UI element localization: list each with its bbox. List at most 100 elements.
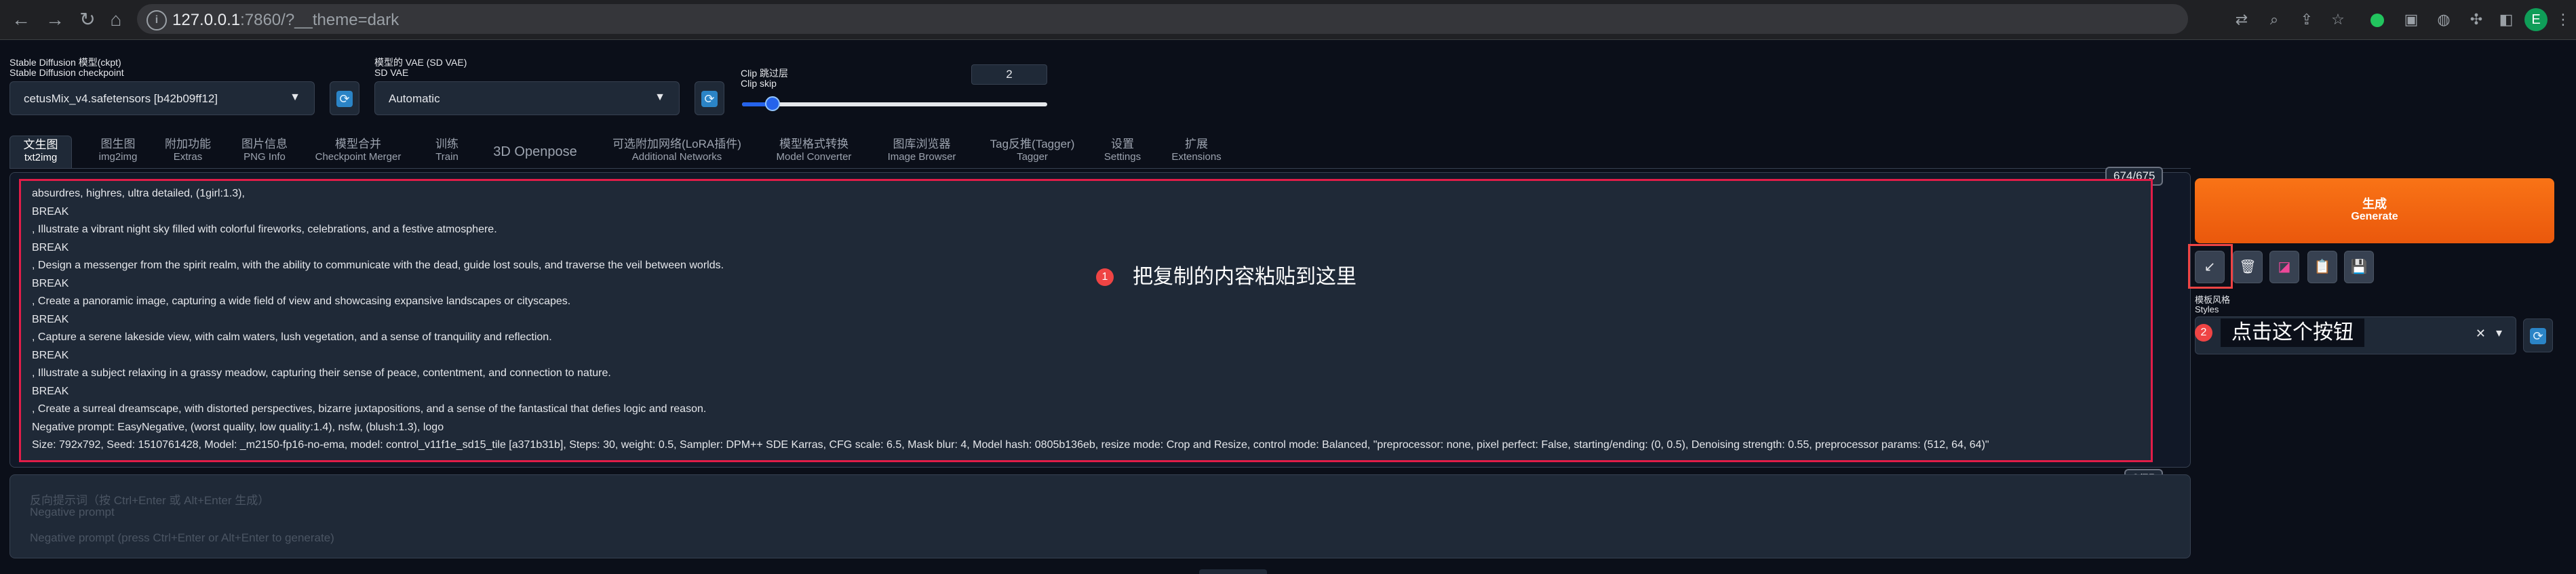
tab-tagger[interactable]: Tag反推(Tagger) Tagger bbox=[982, 136, 1082, 168]
chevron-down-icon: ▼ bbox=[655, 91, 665, 103]
prompt-line: BREAK bbox=[32, 385, 69, 397]
translate-icon[interactable]: ⇄ bbox=[2231, 9, 2252, 30]
refresh-vae-button[interactable]: ⟳ bbox=[695, 81, 724, 115]
back-icon[interactable]: ← bbox=[8, 7, 34, 33]
tab-additional-networks[interactable]: 可选附加网络(LoRA插件) Additional Networks bbox=[602, 136, 752, 168]
generate-button[interactable]: 生成 Generate bbox=[2195, 178, 2554, 243]
address-bar[interactable]: i 127.0.0.1:7860/?__theme=dark bbox=[137, 4, 2188, 34]
prompt-line: Size: 792x792, Seed: 1510761428, Model: … bbox=[32, 439, 1989, 451]
highlight-box bbox=[2188, 244, 2233, 289]
side-panel-icon[interactable]: ◧ bbox=[2496, 9, 2516, 30]
tab-label-en: Extras bbox=[173, 151, 203, 163]
browser-menu-icon[interactable]: ⋮ bbox=[2553, 9, 2573, 30]
tab-model-converter[interactable]: 模型格式转换 Model Converter bbox=[766, 136, 861, 168]
prompt-line: BREAK bbox=[32, 277, 69, 289]
refresh-icon: ⟳ bbox=[701, 91, 718, 107]
tab-label-en: Model Converter bbox=[776, 151, 852, 163]
callout-text: 把复制的内容粘贴到这里 bbox=[1122, 263, 1367, 291]
clip-skip-input[interactable]: 2 bbox=[971, 64, 1047, 85]
refresh-icon: ⟳ bbox=[2530, 328, 2546, 344]
tab-label-cn: 扩展 bbox=[1185, 138, 1208, 150]
tab-divider bbox=[9, 168, 2191, 169]
vae-dropdown[interactable]: Automatic ▼ bbox=[374, 81, 680, 115]
resize-handle[interactable] bbox=[1199, 569, 1267, 574]
apply-style-button[interactable]: 📋 bbox=[2307, 251, 2337, 283]
clipboard-icon: 📋 bbox=[2314, 260, 2331, 274]
tab-label-cn: 文生图 bbox=[23, 138, 58, 151]
forward-icon[interactable]: → bbox=[42, 7, 68, 33]
prompt-line: , Create a panoramic image, capturing a … bbox=[32, 295, 571, 307]
tab-label-cn: 模型合并 bbox=[335, 138, 381, 150]
tab-label-cn: 训练 bbox=[435, 138, 458, 150]
tab-label-cn: 模型格式转换 bbox=[779, 138, 848, 150]
share-icon[interactable]: ⇪ bbox=[2297, 9, 2317, 30]
callout-text: 点击这个按钮 bbox=[2221, 319, 2364, 347]
extension-window-icon[interactable]: ▣ bbox=[2401, 9, 2421, 30]
clip-label-en: Clip skip bbox=[741, 78, 777, 89]
callout-number: 2 bbox=[2195, 324, 2212, 342]
tab-label-cn: 图生图 bbox=[100, 138, 136, 150]
tab-label-cn: 可选附加网络(LoRA插件) bbox=[612, 138, 741, 150]
extensions-puzzle-icon[interactable]: ✣ bbox=[2466, 9, 2486, 30]
tab-extensions[interactable]: 扩展 Extensions bbox=[1163, 136, 1230, 168]
clip-label-cn: Clip 跳过层 bbox=[741, 68, 789, 79]
tab-label-cn: 图片信息 bbox=[241, 138, 288, 150]
tab-label-en: Extensions bbox=[1171, 151, 1222, 163]
reload-icon[interactable]: ↻ bbox=[75, 7, 100, 33]
tab-label-cn: Tag反推(Tagger) bbox=[990, 138, 1075, 150]
tab-3d-openpose[interactable]: 3D Openpose bbox=[484, 136, 586, 168]
ckpt-label-en: Stable Diffusion checkpoint bbox=[9, 67, 124, 78]
refresh-checkpoint-button[interactable]: ⟳ bbox=[330, 81, 359, 115]
tab-image-browser[interactable]: 图库浏览器 Image Browser bbox=[876, 136, 967, 168]
zoom-icon[interactable]: ⌕ bbox=[2264, 9, 2284, 30]
extension-globe-icon[interactable]: ◍ bbox=[2434, 9, 2454, 30]
tab-label-en: Settings bbox=[1104, 151, 1141, 163]
prompt-line: , Illustrate a vibrant night sky filled … bbox=[32, 224, 497, 235]
prompt-line: BREAK bbox=[32, 349, 69, 361]
prompt-line: , Create a surreal dreamscape, with dist… bbox=[32, 403, 707, 415]
url-text: 127.0.0.1:7860/?__theme=dark bbox=[172, 11, 399, 29]
tab-train[interactable]: 训练 Train bbox=[423, 136, 471, 168]
picture-icon: ◪ bbox=[2278, 260, 2291, 274]
browser-toolbar: ← → ↻ ⌂ i 127.0.0.1:7860/?__theme=dark ⇄… bbox=[0, 0, 2576, 40]
prompt-line: absurdres, highres, ultra detailed, (1gi… bbox=[32, 188, 245, 199]
tab-img2img[interactable]: 图生图 img2img bbox=[90, 136, 147, 168]
bookmark-star-icon[interactable]: ☆ bbox=[2328, 9, 2348, 30]
prompt-line: BREAK bbox=[32, 313, 69, 325]
tab-label-en: Image Browser bbox=[887, 151, 956, 163]
tab-label-en: Checkpoint Merger bbox=[315, 151, 402, 163]
site-info-icon[interactable]: i bbox=[147, 10, 167, 30]
clear-icon[interactable]: ✕ bbox=[2476, 327, 2486, 341]
clip-skip-slider-track[interactable] bbox=[742, 102, 1047, 106]
negative-prompt-textarea[interactable] bbox=[9, 474, 2191, 558]
tab-checkpoint-merger[interactable]: 模型合并 Checkpoint Merger bbox=[307, 136, 410, 168]
tab-settings[interactable]: 设置 Settings bbox=[1097, 136, 1148, 168]
home-icon[interactable]: ⌂ bbox=[103, 7, 129, 33]
checkpoint-dropdown[interactable]: cetusMix_v4.safetensors [b42b09ff12] ▼ bbox=[9, 81, 315, 115]
tab-label-en: PNG Info bbox=[243, 151, 286, 163]
prompt-line: Negative prompt: EasyNegative, (worst qu… bbox=[32, 421, 444, 433]
checkpoint-value: cetusMix_v4.safetensors [b42b09ff12] bbox=[24, 92, 218, 105]
tab-label-en: Tagger bbox=[1017, 151, 1048, 163]
negative-placeholder: Negative prompt (press Ctrl+Enter or Alt… bbox=[30, 531, 334, 544]
clear-prompt-button[interactable]: 🗑 bbox=[2233, 251, 2263, 283]
refresh-styles-button[interactable]: ⟳ bbox=[2523, 319, 2553, 352]
tab-txt2img[interactable]: 文生图 txt2img bbox=[9, 136, 72, 168]
prompt-textarea[interactable]: absurdres, highres, ultra detailed, (1gi… bbox=[19, 179, 2153, 462]
save-style-button[interactable]: 💾 bbox=[2344, 251, 2374, 283]
save-icon: 💾 bbox=[2350, 260, 2368, 274]
chevron-down-icon: ▼ bbox=[290, 91, 300, 103]
vae-value: Automatic bbox=[389, 92, 440, 105]
extension-green-icon[interactable] bbox=[2367, 9, 2387, 30]
profile-avatar[interactable]: E bbox=[2524, 8, 2548, 31]
clip-skip-slider-thumb[interactable] bbox=[765, 96, 780, 111]
tab-label-cn: 3D Openpose bbox=[493, 144, 577, 159]
prompt-line: , Capture a serene lakeside view, with c… bbox=[32, 331, 552, 343]
tab-label-en: Train bbox=[435, 151, 458, 163]
prompt-line: BREAK bbox=[32, 205, 69, 218]
tab-extras[interactable]: 附加功能 Extras bbox=[155, 136, 221, 168]
tab-png-info[interactable]: 图片信息 PNG Info bbox=[233, 136, 296, 168]
prompt-line: , Design a messenger from the spirit rea… bbox=[32, 260, 724, 271]
extra-networks-button[interactable]: ◪ bbox=[2269, 251, 2299, 283]
styles-label-en: Styles bbox=[2195, 304, 2219, 314]
